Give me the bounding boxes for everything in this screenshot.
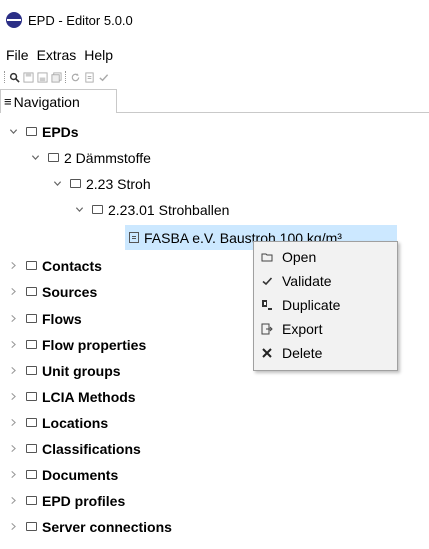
- folder-icon: [26, 314, 37, 323]
- chevron-right-icon[interactable]: [8, 366, 18, 376]
- save-all-icon[interactable]: [50, 71, 62, 83]
- context-menu-export[interactable]: Export: [254, 317, 397, 341]
- tree-item-label: Sources: [42, 283, 98, 300]
- folder-icon: [26, 127, 37, 136]
- folder-icon: [92, 205, 103, 214]
- menu-extras[interactable]: Extras: [33, 45, 81, 65]
- delete-icon: [260, 346, 274, 360]
- dataset-icon: [129, 232, 139, 243]
- tree-item-contacts[interactable]: Contacts: [8, 253, 102, 278]
- chevron-right-icon[interactable]: [8, 418, 18, 428]
- tree-item-label: 2 Dämmstoffe: [64, 149, 151, 166]
- chevron-right-icon[interactable]: [8, 314, 18, 324]
- chevron-right-icon[interactable]: [8, 340, 18, 350]
- chevron-right-icon[interactable]: [8, 470, 18, 480]
- context-menu-validate[interactable]: Validate: [254, 269, 397, 293]
- context-menu-delete[interactable]: Delete: [254, 341, 397, 365]
- context-menu-label: Delete: [282, 345, 323, 361]
- folder-icon: [26, 340, 37, 349]
- tree-item-stroh[interactable]: 2.23 Stroh: [52, 171, 151, 196]
- toolbar-grip: [4, 71, 5, 83]
- tree-item-daemmstoffe[interactable]: 2 Dämmstoffe: [30, 145, 151, 170]
- folder-icon: [26, 470, 37, 479]
- context-menu-label: Open: [282, 249, 317, 265]
- tree-item-strohballen[interactable]: 2.23.01 Strohballen: [74, 197, 229, 222]
- chevron-right-icon[interactable]: [8, 496, 18, 506]
- tree-item-label: EPD profiles: [42, 492, 126, 509]
- save-as-icon[interactable]: [36, 71, 48, 83]
- context-menu-duplicate[interactable]: Duplicate: [254, 293, 397, 317]
- menu-icon: ≡: [4, 94, 12, 109]
- chevron-right-icon[interactable]: [8, 287, 18, 297]
- validate-icon[interactable]: [97, 71, 109, 83]
- folder-open-icon: [260, 250, 274, 264]
- folder-icon: [26, 522, 37, 531]
- tree-item-label: Contacts: [42, 257, 102, 274]
- tree-item-label: Flows: [42, 310, 82, 327]
- duplicate-icon: [260, 298, 274, 312]
- refresh-icon[interactable]: [69, 71, 81, 83]
- tree-item-server-connections[interactable]: Server connections: [8, 514, 172, 539]
- chevron-down-icon[interactable]: [74, 205, 84, 215]
- context-menu: Open Validate Duplicate Export Delete: [253, 241, 398, 371]
- app-logo-icon: [6, 12, 22, 28]
- tab-navigation[interactable]: ≡ Navigation: [0, 89, 117, 113]
- toolbar: [0, 68, 110, 86]
- tree-item-flow-properties[interactable]: Flow properties: [8, 332, 146, 357]
- folder-icon: [26, 366, 37, 375]
- tree-item-label: Documents: [42, 466, 119, 483]
- context-menu-label: Validate: [282, 273, 332, 289]
- menu-bar: File Extras Help: [0, 44, 117, 66]
- folder-icon: [26, 418, 37, 427]
- chevron-right-icon[interactable]: [8, 444, 18, 454]
- tab-navigation-label: Navigation: [13, 93, 80, 110]
- folder-icon: [26, 496, 37, 505]
- tree-item-unit-groups[interactable]: Unit groups: [8, 358, 121, 383]
- context-menu-open[interactable]: Open: [254, 245, 397, 269]
- tree-item-epd-profiles[interactable]: EPD profiles: [8, 488, 125, 513]
- chevron-down-icon[interactable]: [52, 179, 62, 189]
- context-menu-label: Export: [282, 321, 323, 337]
- tree-item-label: Locations: [42, 414, 109, 431]
- chevron-down-icon[interactable]: [30, 153, 40, 163]
- tree-item-documents[interactable]: Documents: [8, 462, 118, 487]
- export-icon: [260, 322, 274, 336]
- tree-item-label: Unit groups: [42, 362, 121, 379]
- folder-icon: [26, 261, 37, 270]
- toolbar-separator: [65, 71, 66, 83]
- tree-item-lcia-methods[interactable]: LCIA Methods: [8, 384, 136, 409]
- tree-item-label: Classifications: [42, 440, 141, 457]
- folder-icon: [26, 392, 37, 401]
- context-menu-label: Duplicate: [282, 297, 341, 313]
- tree-item-locations[interactable]: Locations: [8, 410, 108, 435]
- folder-icon: [70, 179, 81, 188]
- tree-item-sources[interactable]: Sources: [8, 279, 97, 304]
- tree-item-label: Server connections: [42, 518, 172, 535]
- chevron-right-icon[interactable]: [8, 522, 18, 532]
- chevron-right-icon[interactable]: [8, 261, 18, 271]
- tree-item-epds[interactable]: EPDs: [8, 119, 79, 144]
- save-icon[interactable]: [22, 71, 34, 83]
- chevron-right-icon[interactable]: [8, 392, 18, 402]
- tree-item-classifications[interactable]: Classifications: [8, 436, 141, 461]
- tree-item-label: 2.23.01 Strohballen: [108, 201, 230, 218]
- check-icon: [260, 274, 274, 288]
- document-icon[interactable]: [83, 71, 95, 83]
- window-title: EPD - Editor 5.0.0: [28, 12, 133, 28]
- menu-file[interactable]: File: [2, 45, 33, 65]
- tree-item-label: LCIA Methods: [42, 388, 136, 405]
- folder-icon: [26, 444, 37, 453]
- tree-item-label: Flow properties: [42, 336, 147, 353]
- menu-help[interactable]: Help: [80, 45, 117, 65]
- folder-icon: [26, 287, 37, 296]
- folder-icon: [48, 153, 59, 162]
- tree-item-label: 2.23 Stroh: [86, 175, 151, 192]
- tree-item-label: EPDs: [42, 123, 79, 140]
- title-bar: EPD - Editor 5.0.0: [0, 0, 429, 40]
- chevron-down-icon[interactable]: [8, 127, 18, 137]
- tree-item-flows[interactable]: Flows: [8, 306, 82, 331]
- search-icon[interactable]: [8, 71, 20, 83]
- tab-divider: [117, 112, 429, 113]
